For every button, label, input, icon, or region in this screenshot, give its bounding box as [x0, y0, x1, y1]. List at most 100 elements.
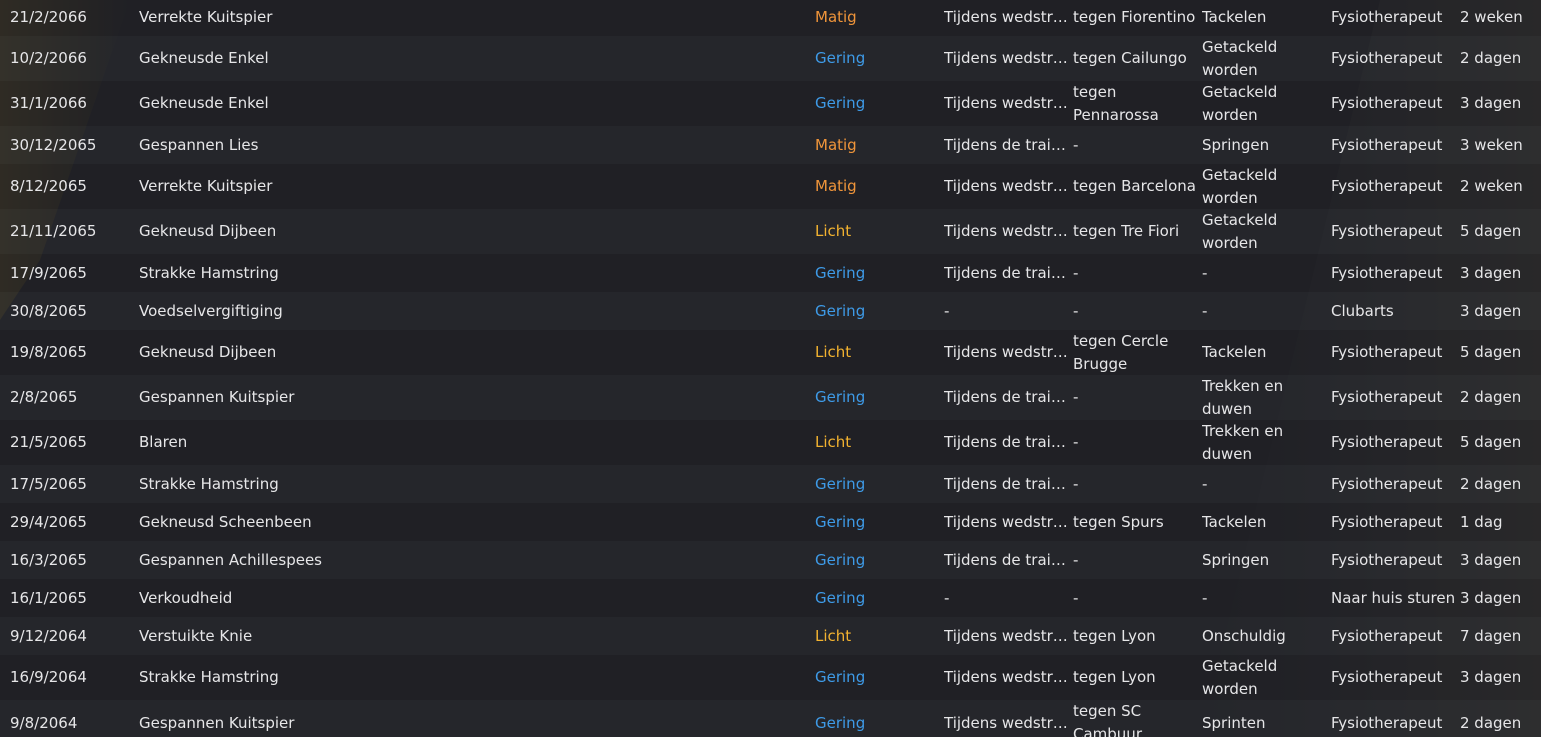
injury-date: 21/11/2065: [10, 222, 97, 240]
injury-cause: -: [1202, 588, 1208, 607]
injury-severity: Matig: [815, 135, 857, 154]
table-row[interactable]: 16/1/2065 Verkoudheid Gering - - - Naar huis s…: [0, 579, 1541, 617]
injury-date: 16/9/2064: [10, 668, 87, 686]
injury-duration: 2 dagen: [1460, 713, 1522, 732]
injury-cause: Getackeld worden: [1202, 37, 1278, 79]
injury-cause: Sprinten: [1202, 713, 1266, 732]
table-row[interactable]: 16/9/2064 Strakke Hamstring Gering Tijdens …: [0, 655, 1541, 700]
injury-moment: Tijdens wedstrijd: [944, 626, 1068, 645]
injury-severity: Gering: [815, 263, 866, 282]
injury-duration: 3 dagen: [1460, 550, 1522, 569]
injury-moment: Tijdens de train...: [944, 474, 1068, 493]
injury-duration: 1 dag: [1460, 512, 1503, 531]
injury-cause: Onschuldig: [1202, 626, 1286, 645]
injury-treatment: Fysiotherapeut: [1331, 49, 1443, 67]
injury-opponent: tegen Fiorentino: [1073, 7, 1196, 26]
injury-date: 2/8/2065: [10, 388, 78, 406]
table-row[interactable]: 10/2/2066 Gekneusde Enkel Gering Tijdens we…: [0, 36, 1541, 81]
table-row[interactable]: 30/8/2065 Voedselvergiftiging Gering - - - Clu…: [0, 292, 1541, 330]
injury-duration: 2 weken: [1460, 7, 1523, 26]
injury-opponent: -: [1073, 433, 1079, 451]
injury-name: Verkoudheid: [139, 588, 233, 607]
injury-treatment: Fysiotherapeut: [1331, 263, 1443, 282]
injury-name: Strakke Hamstring: [139, 668, 279, 686]
injury-duration: 2 dagen: [1460, 388, 1522, 406]
injury-name: Gekneusd Scheenbeen: [139, 512, 312, 531]
injury-name: Strakke Hamstring: [139, 474, 279, 493]
injury-severity: Licht: [815, 626, 852, 645]
injury-cause: Getackeld worden: [1202, 210, 1278, 252]
injury-date: 9/12/2064: [10, 626, 87, 645]
injury-opponent: tegen Spurs: [1073, 512, 1164, 531]
injury-cause: Tackelen: [1202, 7, 1267, 26]
injury-duration: 5 dagen: [1460, 433, 1522, 451]
injury-opponent: -: [1073, 588, 1079, 607]
injury-duration: 2 dagen: [1460, 474, 1522, 493]
injury-treatment: Naar huis sturen: [1331, 588, 1456, 607]
injury-treatment: Fysiotherapeut: [1331, 7, 1443, 26]
table-row[interactable]: 16/3/2065 Gespannen Achillespees Gering Tij…: [0, 541, 1541, 579]
table-row[interactable]: 17/5/2065 Strakke Hamstring Gering Tijdens …: [0, 465, 1541, 503]
injury-cause: Springen: [1202, 550, 1270, 569]
table-row[interactable]: 31/1/2066 Gekneusde Enkel Gering Tijdens we…: [0, 81, 1541, 126]
injury-date: 16/1/2065: [10, 588, 87, 607]
table-row[interactable]: 21/5/2065 Blaren Licht Tijdens de train... -…: [0, 420, 1541, 465]
injury-name: Blaren: [139, 433, 188, 451]
injury-date: 8/12/2065: [10, 177, 87, 195]
injury-severity: Matig: [815, 7, 857, 26]
injury-opponent: tegen Lyon: [1073, 626, 1156, 645]
injury-opponent: -: [1073, 301, 1079, 320]
injury-treatment: Fysiotherapeut: [1331, 94, 1443, 112]
injury-duration: 2 weken: [1460, 177, 1523, 195]
injury-name: Gekneusd Dijbeen: [139, 222, 277, 240]
injury-name: Gespannen Achillespees: [139, 550, 322, 569]
injury-moment: -: [944, 588, 950, 607]
table-row[interactable]: 9/8/2064 Gespannen Kuitspier Gering Tijdens…: [0, 700, 1541, 737]
injury-duration: 5 dagen: [1460, 222, 1522, 240]
injury-name: Gespannen Kuitspier: [139, 388, 295, 406]
injury-moment: Tijdens de train...: [944, 263, 1068, 282]
table-row[interactable]: 19/8/2065 Gekneusd Dijbeen Licht Tijdens we…: [0, 330, 1541, 375]
injury-duration: 2 dagen: [1460, 49, 1522, 67]
injury-opponent: -: [1073, 135, 1079, 154]
table-row[interactable]: 21/2/2066 Verrekte Kuitspier Matig Tijdens …: [0, 0, 1541, 36]
table-row[interactable]: 21/11/2065 Gekneusd Dijbeen Licht Tijdens w…: [0, 209, 1541, 254]
injury-severity: Gering: [815, 474, 866, 493]
injury-name: Gekneusde Enkel: [139, 49, 269, 67]
injury-moment: Tijdens wedstrijd: [944, 177, 1068, 195]
injury-severity: Gering: [815, 94, 866, 112]
injury-date: 21/2/2066: [10, 7, 87, 26]
injury-severity: Licht: [815, 433, 852, 451]
injury-cause: -: [1202, 474, 1208, 493]
table-row[interactable]: 8/12/2065 Verrekte Kuitspier Matig Tijdens …: [0, 164, 1541, 209]
injury-duration: 3 dagen: [1460, 301, 1522, 320]
injury-severity: Matig: [815, 177, 857, 195]
injury-severity: Gering: [815, 512, 866, 531]
table-row[interactable]: 9/12/2064 Verstuikte Knie Licht Tijdens wed…: [0, 617, 1541, 655]
injury-duration: 3 weken: [1460, 135, 1523, 154]
injury-treatment: Fysiotherapeut: [1331, 222, 1443, 240]
injury-treatment: Clubarts: [1331, 301, 1394, 320]
injury-name: Gekneusd Dijbeen: [139, 343, 277, 361]
injury-cause: Getackeld worden: [1202, 656, 1278, 698]
injury-opponent: -: [1073, 550, 1079, 569]
injury-name: Gespannen Lies: [139, 135, 259, 154]
injury-moment: -: [944, 301, 950, 320]
table-row[interactable]: 2/8/2065 Gespannen Kuitspier Gering Tijdens…: [0, 375, 1541, 420]
injury-opponent: tegen Cailungo: [1073, 49, 1187, 67]
injury-treatment: Fysiotherapeut: [1331, 713, 1443, 732]
injury-moment: Tijdens wedstrijd: [944, 512, 1068, 531]
injury-date: 17/5/2065: [10, 474, 87, 493]
injury-date: 21/5/2065: [10, 433, 87, 451]
injury-treatment: Fysiotherapeut: [1331, 550, 1443, 569]
injury-cause: -: [1202, 263, 1208, 282]
injury-treatment: Fysiotherapeut: [1331, 343, 1443, 361]
injury-name: Verstuikte Knie: [139, 626, 253, 645]
table-row[interactable]: 17/9/2065 Strakke Hamstring Gering Tijdens …: [0, 254, 1541, 292]
injury-moment: Tijdens wedstrijd: [944, 94, 1068, 112]
injury-name: Gekneusde Enkel: [139, 94, 269, 112]
injury-date: 31/1/2066: [10, 94, 87, 112]
table-row[interactable]: 29/4/2065 Gekneusd Scheenbeen Gering Tijden…: [0, 503, 1541, 541]
injury-cause: -: [1202, 301, 1208, 320]
table-row[interactable]: 30/12/2065 Gespannen Lies Matig Tijdens de …: [0, 126, 1541, 164]
